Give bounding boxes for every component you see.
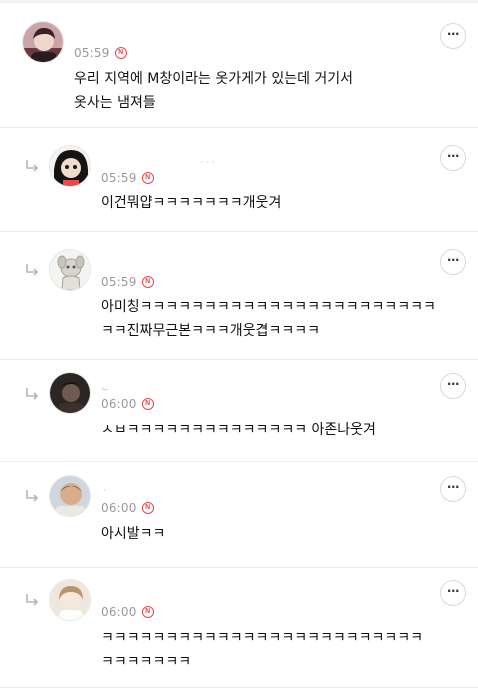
comment-time: 06:00 xyxy=(101,501,137,515)
comment-time: 06:00 xyxy=(101,605,137,619)
comment-meta: 06:00 N xyxy=(101,500,154,516)
avatar-image xyxy=(50,250,90,290)
commenter-nickname: · · · xyxy=(200,158,215,168)
commenter-nickname: · xyxy=(103,486,106,496)
new-badge-icon: N xyxy=(141,398,154,410)
comment-meta: 05:59 N xyxy=(101,274,154,290)
reply-item: 06:00 N ㅋㅋㅋㅋㅋㅋㅋㅋㅋㅋㅋㅋㅋㅋㅋㅋㅋㅋㅋㅋㅋㅋㅋㅋㅋ ㅋㅋㅋㅋㅋㅋ… xyxy=(0,568,478,688)
reply-arrow-icon xyxy=(26,490,39,502)
new-badge-icon: N xyxy=(114,47,127,59)
new-badge-icon: N xyxy=(141,276,154,288)
more-options-button[interactable]: ··· xyxy=(440,249,466,275)
comment-meta: 05:59 N xyxy=(74,45,127,61)
avatar[interactable] xyxy=(22,21,64,63)
avatar-image xyxy=(50,146,90,186)
comment-text: 이건뭐얍ㅋㅋㅋㅋㅋㅋㅋ개웃겨 xyxy=(101,195,282,211)
comment-meta: 06:00 N xyxy=(101,604,154,620)
avatar-image xyxy=(23,22,63,62)
comment-meta: 05:59 N xyxy=(101,170,154,186)
avatar-image xyxy=(50,580,90,620)
comment-item: 05:59 N 우리 지역에 M창이라는 옷가게가 있는데 거기서 옷사는 냄져… xyxy=(0,3,478,128)
more-options-button[interactable]: ··· xyxy=(440,145,466,171)
comment-text: ㅅㅂㅋㅋㅋㅋㅋㅋㅋㅋㅋㅋㅋㅋㅋㅋ 아존나웃겨 xyxy=(101,422,376,438)
comment-time: 06:00 xyxy=(101,397,137,411)
more-options-button[interactable]: ··· xyxy=(440,23,466,49)
avatar-image xyxy=(50,373,90,413)
reply-arrow-icon xyxy=(26,388,39,400)
more-options-button[interactable]: ··· xyxy=(440,580,466,606)
comment-text: 우리 지역에 M창이라는 옷가게가 있는데 거기서 옷사는 냄져들 xyxy=(74,71,354,111)
avatar[interactable] xyxy=(49,249,91,291)
more-options-button[interactable]: ··· xyxy=(440,476,466,502)
new-badge-icon: N xyxy=(141,502,154,514)
new-badge-icon: N xyxy=(141,606,154,618)
new-badge-icon: N xyxy=(141,172,154,184)
comment-time: 05:59 xyxy=(101,275,137,289)
reply-item: 05:59 N 아미칭ㅋㅋㅋㅋㅋㅋㅋㅋㅋㅋㅋㅋㅋㅋㅋㅋㅋㅋㅋㅋㅋㅋㅋ ㅋㅋ진짜무… xyxy=(0,232,478,360)
avatar[interactable] xyxy=(49,145,91,187)
reply-item: · 06:00 N 아시발ㅋㅋ ··· xyxy=(0,462,478,568)
ellipsis-icon: ··· xyxy=(446,27,460,41)
avatar[interactable] xyxy=(49,372,91,414)
commenter-nickname: ᆫ xyxy=(101,382,110,392)
avatar[interactable] xyxy=(49,475,91,517)
ellipsis-icon: ··· xyxy=(446,377,460,391)
reply-item: · · · 05:59 N 이건뭐얍ㅋㅋㅋㅋㅋㅋㅋ개웃겨 ··· xyxy=(0,128,478,232)
more-options-button[interactable]: ··· xyxy=(440,373,466,399)
reply-arrow-icon xyxy=(26,264,39,276)
ellipsis-icon: ··· xyxy=(446,149,460,163)
ellipsis-icon: ··· xyxy=(446,480,460,494)
avatar-image xyxy=(50,476,90,516)
ellipsis-icon: ··· xyxy=(446,584,460,598)
comment-text: 아시발ㅋㅋ xyxy=(101,526,166,542)
comment-meta: 06:00 N xyxy=(101,396,154,412)
comment-time: 05:59 xyxy=(101,171,137,185)
ellipsis-icon: ··· xyxy=(446,253,460,267)
comment-text: ㅋㅋㅋㅋㅋㅋㅋㅋㅋㅋㅋㅋㅋㅋㅋㅋㅋㅋㅋㅋㅋㅋㅋㅋㅋ ㅋㅋㅋㅋㅋㅋㅋ xyxy=(101,630,423,670)
reply-item: ᆫ 06:00 N ㅅㅂㅋㅋㅋㅋㅋㅋㅋㅋㅋㅋㅋㅋㅋㅋ 아존나웃겨 ··· xyxy=(0,360,478,462)
avatar[interactable] xyxy=(49,579,91,621)
comment-text: 아미칭ㅋㅋㅋㅋㅋㅋㅋㅋㅋㅋㅋㅋㅋㅋㅋㅋㅋㅋㅋㅋㅋㅋㅋ ㅋㅋ진짜무근본ㅋㅋㅋ개웃겹… xyxy=(101,299,436,339)
comment-time: 05:59 xyxy=(74,46,110,60)
reply-arrow-icon xyxy=(26,594,39,606)
reply-arrow-icon xyxy=(26,160,39,172)
